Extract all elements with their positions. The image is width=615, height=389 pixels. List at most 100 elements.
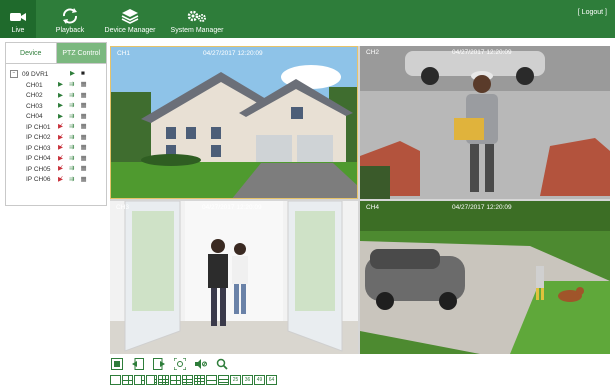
stream-switch-icon[interactable]: ⇉ xyxy=(69,123,74,131)
layout-6-icon[interactable] xyxy=(134,374,145,385)
record-icon[interactable]: ▦ xyxy=(80,102,86,110)
layout-25-button[interactable]: 25 xyxy=(230,374,241,385)
channel-row[interactable]: IP CH01 ▶̸ ⇉ ▦ xyxy=(10,122,102,133)
record-icon[interactable]: ▦ xyxy=(80,144,86,152)
camera-view-ch2[interactable]: CH2 04/27/2017 12:20:09 xyxy=(360,46,610,199)
collapse-icon[interactable]: − xyxy=(10,70,18,78)
camera-view-ch1[interactable]: CH1 04/27/2017 12:20:09 xyxy=(110,46,358,199)
play-channel-icon[interactable]: ▶̸ xyxy=(58,176,63,184)
channel-label: IP CH02 xyxy=(26,134,51,142)
snapshot-icon[interactable] xyxy=(173,357,187,371)
layout-16-icon[interactable] xyxy=(194,374,205,385)
play-channel-icon[interactable]: ▶̸ xyxy=(58,134,63,142)
channel-row[interactable]: IP CH03 ▶̸ ⇉ ▦ xyxy=(10,143,102,154)
channel-row[interactable]: IP CH05 ▶̸ ⇉ ▦ xyxy=(10,164,102,175)
channel-row[interactable]: IP CH04 ▶̸ ⇉ ▦ xyxy=(10,154,102,165)
layout-36-button[interactable]: 36 xyxy=(242,374,253,385)
control-toolbar xyxy=(110,357,236,371)
stream-switch-icon[interactable]: ⇉ xyxy=(69,155,74,163)
channel-row[interactable]: IP CH06 ▶̸ ⇉ ▦ xyxy=(10,175,102,186)
layout-8-icon[interactable] xyxy=(146,374,157,385)
record-icon[interactable]: ▦ xyxy=(80,123,86,131)
nav-playback[interactable]: Playback xyxy=(50,0,90,38)
layout-64-button[interactable]: 64 xyxy=(266,374,277,385)
layout-selector: 25 36 49 64 xyxy=(110,374,278,385)
play-channel-icon[interactable]: ▶ xyxy=(58,81,63,89)
record-icon[interactable]: ▦ xyxy=(80,165,86,173)
layout-9-icon[interactable] xyxy=(158,374,169,385)
play-channel-icon[interactable]: ▶̸ xyxy=(58,155,63,163)
camera-view-ch4[interactable]: CH4 04/27/2017 12:20:09 xyxy=(360,201,610,354)
record-icon[interactable]: ▦ xyxy=(80,113,86,121)
camera-view-ch3[interactable]: CH3 04/27/2017 12:20:09 xyxy=(110,201,358,354)
record-icon[interactable]: ▦ xyxy=(80,81,86,89)
stream-switch-icon[interactable]: ⇉ xyxy=(69,102,74,110)
tab-device[interactable]: Device xyxy=(6,43,57,63)
record-icon[interactable]: ▦ xyxy=(80,92,86,100)
nav-playback-label: Playback xyxy=(55,27,85,34)
stream-switch-icon[interactable]: ⇉ xyxy=(69,113,74,121)
stream-switch-icon[interactable]: ⇉ xyxy=(69,176,74,184)
camera-label: CH2 xyxy=(366,49,380,56)
nav-device-manager-label: Device Manager xyxy=(104,27,156,34)
record-icon[interactable]: ▦ xyxy=(80,176,86,184)
layout-10-icon[interactable] xyxy=(170,374,181,385)
camera-label: CH4 xyxy=(366,204,380,211)
play-channel-icon[interactable]: ▶̸ xyxy=(58,165,63,173)
gears-icon xyxy=(187,10,206,22)
nav-live[interactable]: Live xyxy=(0,0,36,38)
channel-label: IP CH05 xyxy=(26,165,51,173)
mute-icon[interactable] xyxy=(194,357,208,371)
camera-timestamp: 04/27/2017 12:20:09 xyxy=(203,50,263,57)
top-navigation-bar: Live Playback Device Manager System Mana… xyxy=(0,0,615,38)
stop-all-icon[interactable]: ■ xyxy=(81,70,85,78)
channel-label: IP CH01 xyxy=(26,123,51,131)
layout-20-icon[interactable] xyxy=(218,374,229,385)
tab-ptz-control[interactable]: PTZ Control xyxy=(56,43,106,63)
camera-timestamp: 04/27/2017 12:20:09 xyxy=(202,204,262,211)
stream-switch-icon[interactable]: ⇉ xyxy=(69,144,74,152)
layout-49-button[interactable]: 49 xyxy=(254,374,265,385)
nav-live-label: Live xyxy=(11,27,25,34)
camera-image-entry xyxy=(110,201,358,354)
channel-label: CH01 xyxy=(26,81,43,89)
channel-row[interactable]: CH02 ▶ ⇉ ▦ xyxy=(10,91,102,102)
channel-row[interactable]: CH01 ▶ ⇉ ▦ xyxy=(10,80,102,91)
stream-switch-icon[interactable]: ⇉ xyxy=(69,92,74,100)
dvr-node[interactable]: − 09 DVR1 ▶ ■ xyxy=(10,68,102,80)
device-panel: Device PTZ Control − 09 DVR1 ▶ ■ CH01 ▶ ⇉ ▦… xyxy=(5,42,107,206)
previous-page-icon[interactable] xyxy=(131,357,145,371)
play-channel-icon[interactable]: ▶̸ xyxy=(58,123,63,131)
channel-row[interactable]: CH04 ▶ ⇉ ▦ xyxy=(10,112,102,123)
channel-list: CH01 ▶ ⇉ ▦ CH02 ▶ ⇉ ▦ CH03 ▶ ⇉ ▦ CH04 ▶ ⇉ ▦ IP CH01 ▶̸ ⇉ ▦ I… xyxy=(10,80,102,185)
nav-system-manager[interactable]: System Manager xyxy=(167,0,227,38)
stream-switch-icon[interactable]: ⇉ xyxy=(69,165,74,173)
stream-switch-icon[interactable]: ⇉ xyxy=(69,134,74,142)
play-all-icon[interactable]: ▶ xyxy=(70,70,75,78)
fullscreen-icon[interactable] xyxy=(110,357,124,371)
channel-row[interactable]: IP CH02 ▶̸ ⇉ ▦ xyxy=(10,133,102,144)
nav-device-manager[interactable]: Device Manager xyxy=(100,0,160,38)
logout-link[interactable]: [ Logout ] xyxy=(578,9,607,16)
record-icon[interactable]: ▦ xyxy=(80,155,86,163)
layout-4-icon[interactable] xyxy=(122,374,133,385)
stream-switch-icon[interactable]: ⇉ xyxy=(69,81,74,89)
dvr-label: 09 DVR1 xyxy=(22,70,49,78)
record-icon[interactable]: ▦ xyxy=(80,134,86,142)
layout-17-icon[interactable] xyxy=(206,374,217,385)
play-channel-icon[interactable]: ▶̸ xyxy=(58,144,63,152)
layout-1-icon[interactable] xyxy=(110,374,121,385)
zoom-icon[interactable] xyxy=(215,357,229,371)
play-channel-icon[interactable]: ▶ xyxy=(58,92,63,100)
play-channel-icon[interactable]: ▶ xyxy=(58,113,63,121)
layout-13-icon[interactable] xyxy=(182,374,193,385)
refresh-icon xyxy=(63,8,77,24)
channel-label: CH04 xyxy=(26,113,43,121)
channel-row[interactable]: CH03 ▶ ⇉ ▦ xyxy=(10,101,102,112)
camera-timestamp: 04/27/2017 12:20:09 xyxy=(452,204,512,211)
nav-system-manager-label: System Manager xyxy=(170,27,224,34)
play-channel-icon[interactable]: ▶ xyxy=(58,102,63,110)
camera-label: CH1 xyxy=(117,50,131,57)
next-page-icon[interactable] xyxy=(152,357,166,371)
channel-label: IP CH06 xyxy=(26,176,51,184)
